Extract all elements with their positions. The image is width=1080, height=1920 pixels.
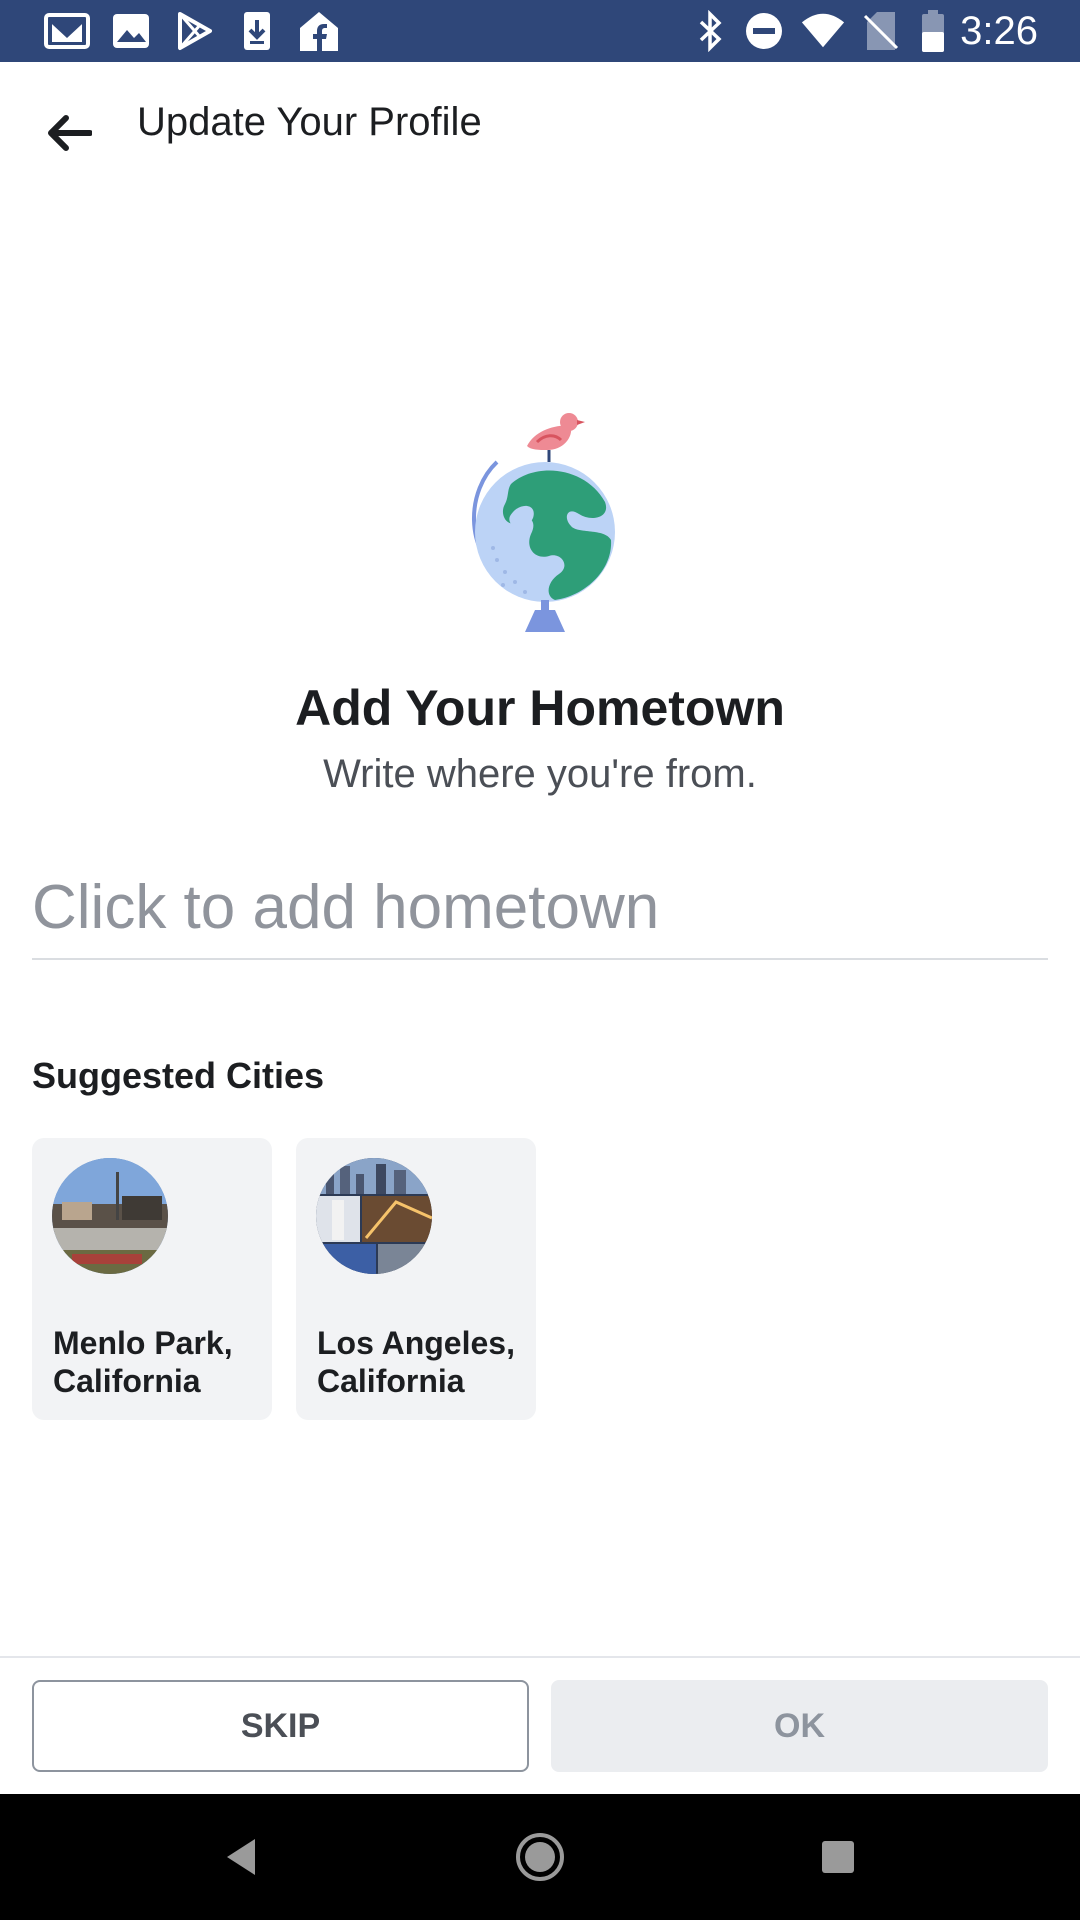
- ok-button[interactable]: OK: [551, 1680, 1048, 1772]
- gmail-icon: [44, 10, 90, 52]
- download-icon: [234, 10, 280, 52]
- app-header: Update Your Profile: [0, 62, 1080, 182]
- system-nav-bar: [0, 1794, 1080, 1920]
- globe-with-bird-illustration: [455, 410, 625, 635]
- page-title: Update Your Profile: [137, 100, 482, 144]
- battery-icon: [910, 10, 956, 52]
- city-name: Menlo Park, California: [53, 1325, 233, 1399]
- no-sim-icon: [858, 10, 904, 52]
- main-subtitle: Write where you're from.: [323, 752, 757, 796]
- do-not-disturb-icon: [741, 10, 787, 52]
- facebook-home-icon: [296, 10, 342, 52]
- bottom-divider: [0, 1656, 1080, 1658]
- city-photo-menlo-park: [52, 1158, 168, 1274]
- city-photo-los-angeles: [316, 1158, 432, 1274]
- suggested-cities-label: Suggested Cities: [32, 1055, 325, 1096]
- home-circle-icon[interactable]: [505, 1822, 575, 1892]
- status-bar: 3:26: [0, 0, 1080, 62]
- city-card-los-angeles[interactable]: Los Angeles, California: [296, 1138, 536, 1420]
- photos-icon: [108, 10, 154, 52]
- bluetooth-icon: [688, 10, 734, 52]
- city-card-menlo-park[interactable]: Menlo Park, California: [32, 1138, 272, 1420]
- city-name: Los Angeles, California: [317, 1325, 515, 1399]
- status-time: 3:26: [960, 9, 1038, 53]
- wifi-icon: [800, 10, 846, 52]
- back-triangle-icon[interactable]: [206, 1822, 276, 1892]
- play-store-icon: [172, 10, 218, 52]
- arrow-left-icon: [46, 113, 93, 158]
- skip-button[interactable]: SKIP: [32, 1680, 529, 1772]
- main-title: Add Your Hometown: [295, 680, 785, 736]
- back-button[interactable]: [34, 100, 104, 170]
- recents-square-icon[interactable]: [803, 1822, 873, 1892]
- hometown-input[interactable]: [32, 856, 1048, 960]
